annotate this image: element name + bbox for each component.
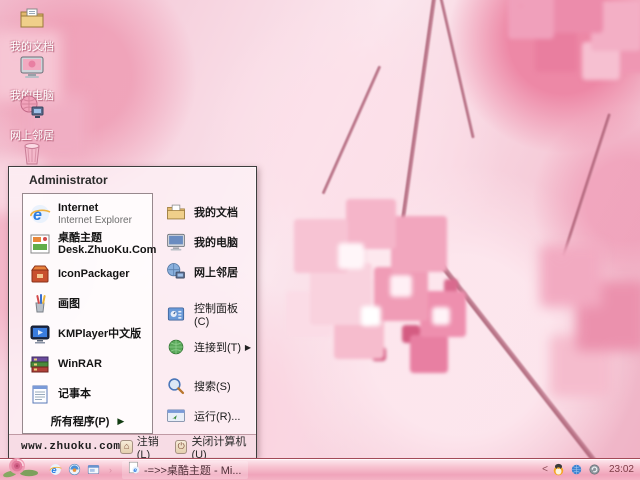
desktop-icon-label: 我的文档 bbox=[10, 41, 54, 53]
menu-item-label: IconPackager bbox=[58, 268, 130, 281]
menu-item-iconpackager[interactable]: IconPackager bbox=[26, 259, 149, 289]
quick-launch-expander[interactable]: › bbox=[109, 463, 114, 477]
start-button[interactable] bbox=[0, 457, 42, 480]
menu-item-label: 我的电脑 bbox=[194, 237, 238, 249]
menu-item-connect-to[interactable]: 连接到(T) ▶ bbox=[157, 332, 254, 362]
menu-item-label: Internet bbox=[58, 202, 99, 215]
log-off-icon: ⌂ bbox=[120, 439, 133, 454]
blossom-highlight bbox=[330, 245, 332, 247]
menu-item-label: 搜索(S) bbox=[194, 381, 231, 393]
submenu-arrow-icon: ▶ bbox=[244, 342, 251, 352]
rose-start-icon bbox=[2, 457, 40, 480]
internet-explorer-page-icon: e bbox=[128, 461, 140, 479]
my-computer-icon bbox=[165, 231, 187, 253]
menu-item-label: 画图 bbox=[58, 298, 80, 311]
svg-text:e: e bbox=[51, 465, 56, 476]
connect-to-icon bbox=[165, 336, 187, 358]
user-name: Administrator bbox=[29, 173, 108, 187]
menu-item-zhuoku-theme[interactable]: 桌酷主题Desk.ZhuoKu.Com bbox=[26, 229, 156, 259]
system-tray: < 23:02 bbox=[542, 463, 640, 477]
menu-item-label: 桌酷主题Desk.ZhuoKu.Com bbox=[58, 232, 157, 257]
menu-item-my-computer[interactable]: 我的电脑 bbox=[157, 227, 254, 257]
desktop-icon-my-documents[interactable]: 我的文档 bbox=[4, 5, 60, 54]
menu-item-paint[interactable]: 画图 bbox=[26, 289, 149, 319]
start-menu-footer: www.zhuoku.com ⌂ 注销(L) ⏻ 关闭计算机(U) bbox=[9, 433, 256, 461]
menu-item-winrar[interactable]: WinRAR bbox=[26, 349, 149, 379]
zhuoku-site-label: www.zhuoku.com bbox=[21, 440, 121, 453]
menu-item-control-panel[interactable]: 控制面板(C) bbox=[157, 296, 254, 332]
menu-item-label: 记事本 bbox=[58, 388, 91, 401]
shut-down-label: 关闭计算机(U) bbox=[191, 435, 247, 461]
taskbar: e › e -=>>桌酷主题 - Mi... < 23:02 bbox=[0, 457, 640, 480]
menu-item-label: KMPlayer中文版 bbox=[58, 328, 142, 341]
menu-item-sublabel: Internet Explorer bbox=[58, 214, 132, 226]
menu-item-label: 连接到(T) bbox=[194, 342, 242, 354]
menu-item-label: 控制面板(C) bbox=[194, 303, 238, 328]
iconpackager-icon bbox=[28, 262, 52, 286]
all-programs-button[interactable]: 所有程序(P) ▶ bbox=[26, 409, 149, 432]
internet-explorer-icon: e bbox=[28, 202, 52, 226]
search-icon bbox=[165, 375, 187, 397]
taskbar-clock[interactable]: 23:02 bbox=[609, 464, 634, 475]
menu-item-label: 运行(R)... bbox=[194, 411, 241, 423]
svg-text:e: e bbox=[133, 467, 137, 474]
winrar-icon bbox=[28, 352, 52, 376]
network-places-icon bbox=[19, 94, 45, 125]
start-menu-pinned-panel: e Internet Internet Explorer 桌酷主题Desk.Zhu… bbox=[22, 193, 156, 434]
shut-down-button[interactable]: ⏻ 关闭计算机(U) bbox=[174, 433, 248, 461]
my-documents-icon bbox=[19, 5, 45, 36]
my-documents-icon bbox=[165, 201, 187, 223]
notepad-icon bbox=[28, 382, 52, 406]
desktop-icon-network-places[interactable]: 网上邻居 bbox=[4, 94, 60, 143]
run-icon bbox=[165, 405, 187, 427]
quick-launch-bar: e › bbox=[48, 463, 114, 477]
control-panel-icon bbox=[165, 303, 187, 325]
svg-text:e: e bbox=[33, 207, 42, 224]
task-button-label: -=>>桌酷主题 - Mi... bbox=[144, 464, 242, 477]
tray-collapse-chevron[interactable]: < bbox=[542, 464, 548, 475]
menu-item-network-places[interactable]: 网上邻居 bbox=[157, 257, 254, 287]
submenu-arrow-icon: ▶ bbox=[117, 415, 125, 426]
paint-icon bbox=[28, 292, 52, 316]
menu-item-label: WinRAR bbox=[58, 358, 102, 371]
qq-icon[interactable] bbox=[552, 463, 566, 477]
all-programs-label: 所有程序(P) bbox=[50, 416, 110, 429]
show-desktop-icon[interactable] bbox=[86, 463, 100, 477]
kmplayer-icon bbox=[28, 322, 52, 346]
start-menu-places-panel: 我的文档 我的电脑 网上邻居 控制面板(C) 连接到(T) ▶ 搜索(S) 运行… bbox=[153, 193, 256, 434]
start-menu: Administrator e Internet Internet Explore… bbox=[8, 166, 257, 461]
menu-item-notepad[interactable]: 记事本 bbox=[26, 379, 149, 409]
blossom-cluster bbox=[520, 5, 522, 7]
menu-item-my-documents[interactable]: 我的文档 bbox=[157, 197, 254, 227]
network-places-icon bbox=[165, 261, 187, 283]
blossom-cluster bbox=[300, 215, 302, 217]
zhuoku-theme-icon bbox=[28, 232, 52, 256]
task-button-zhuoku[interactable]: e -=>>桌酷主题 - Mi... bbox=[122, 460, 248, 479]
my-computer-icon bbox=[19, 54, 45, 85]
desktop: 我的文档 我的电脑 网上邻居 Administrator e Internet … bbox=[0, 0, 640, 480]
menu-item-search[interactable]: 搜索(S) bbox=[157, 371, 254, 401]
messenger-globe-icon[interactable] bbox=[570, 463, 584, 477]
menu-item-internet[interactable]: e Internet Internet Explorer bbox=[26, 199, 149, 229]
power-icon: ⏻ bbox=[174, 439, 188, 454]
blossom-cluster bbox=[560, 255, 562, 257]
menu-item-label: 我的文档 bbox=[194, 207, 238, 219]
menu-item-kmplayer[interactable]: KMPlayer中文版 bbox=[26, 319, 149, 349]
media-player-icon[interactable] bbox=[67, 463, 81, 477]
menu-item-label: 网上邻居 bbox=[194, 267, 238, 279]
internet-explorer-icon[interactable]: e bbox=[48, 463, 62, 477]
menu-item-run[interactable]: 运行(R)... bbox=[157, 401, 254, 431]
log-off-button[interactable]: ⌂ 注销(L) bbox=[120, 433, 165, 461]
update-icon[interactable] bbox=[588, 463, 602, 477]
log-off-label: 注销(L) bbox=[136, 435, 159, 461]
start-menu-user: Administrator bbox=[9, 167, 256, 193]
